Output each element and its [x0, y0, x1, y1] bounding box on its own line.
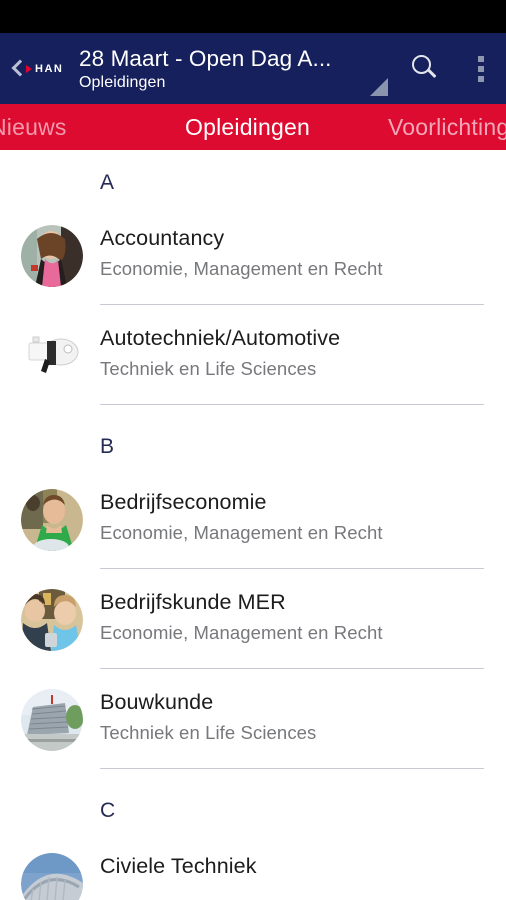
tab-bar: Nieuws Opleidingen Voorlichting [0, 104, 506, 150]
list-item-body: Civiele Techniek [83, 842, 506, 881]
avatar [21, 225, 83, 287]
avatar [21, 589, 83, 651]
list-item-subtitle: Economie, Management en Recht [100, 258, 383, 279]
spinner-caret-icon[interactable] [370, 78, 388, 96]
list-item-subtitle: Techniek en Life Sciences [100, 722, 317, 743]
list-item-title: Accountancy [100, 226, 225, 250]
back-chevron-icon [12, 58, 21, 80]
action-bar: HAN 28 Maart - Open Dag A... Opleidingen [0, 33, 506, 104]
section-header-b: B [0, 414, 506, 478]
title-spinner[interactable]: 28 Maart - Open Dag A... Opleidingen [68, 33, 394, 104]
han-logo: HAN [26, 63, 63, 75]
list-item[interactable]: Civiele Techniek [0, 842, 506, 900]
list-item-subtitle: Techniek en Life Sciences [100, 358, 317, 379]
status-bar [0, 0, 506, 33]
section-letter: B [100, 434, 115, 458]
section-header-a: A [0, 150, 506, 214]
page-title: 28 Maart - Open Dag A... [79, 45, 332, 71]
tab-voorlichting[interactable]: Voorlichting [388, 114, 506, 141]
list-item[interactable]: Autotechniek/Automotive Techniek en Life… [0, 314, 506, 414]
page-subtitle: Opleidingen [79, 73, 166, 91]
list-item[interactable]: Accountancy Economie, Management en Rech… [0, 214, 506, 314]
list-item-body: Bedrijfseconomie Economie, Management en… [83, 478, 506, 569]
list-divider [100, 768, 484, 769]
app-root: HAN 28 Maart - Open Dag A... Opleidingen… [0, 0, 506, 900]
overflow-menu-icon [478, 55, 484, 82]
list-item[interactable]: Bedrijfseconomie Economie, Management en… [0, 478, 506, 578]
overflow-menu-button[interactable] [456, 33, 506, 104]
avatar [21, 489, 83, 551]
opleidingen-list[interactable]: A Accountancy Economie, Management en Re… [0, 150, 506, 900]
list-item-title: Autotechniek/Automotive [100, 326, 341, 350]
list-item-title: Bedrijfskunde MER [100, 590, 286, 614]
search-button[interactable] [394, 33, 456, 104]
avatar [21, 853, 83, 900]
section-letter: C [100, 798, 116, 822]
search-icon [410, 54, 440, 84]
back-home-button[interactable]: HAN [6, 33, 68, 104]
section-header-c: C [0, 778, 506, 842]
list-item[interactable]: Bedrijfskunde MER Economie, Management e… [0, 578, 506, 678]
list-divider [100, 304, 484, 305]
list-item-body: Bedrijfskunde MER Economie, Management e… [83, 578, 506, 669]
list-divider [100, 568, 484, 569]
tab-opleidingen[interactable]: Opleidingen [185, 114, 310, 141]
list-divider [100, 404, 484, 405]
list-item-body: Autotechniek/Automotive Techniek en Life… [83, 314, 506, 405]
list-item-title: Civiele Techniek [100, 854, 257, 878]
list-item-subtitle: Economie, Management en Recht [100, 522, 383, 543]
list-divider [100, 668, 484, 669]
list-item-title: Bouwkunde [100, 690, 214, 714]
list-item[interactable]: Bouwkunde Techniek en Life Sciences [0, 678, 506, 778]
list-item-title: Bedrijfseconomie [100, 490, 267, 514]
tab-nieuws[interactable]: Nieuws [0, 114, 67, 141]
section-letter: A [100, 170, 115, 194]
logo-text: HAN [35, 62, 64, 75]
list-item-body: Accountancy Economie, Management en Rech… [83, 214, 506, 305]
avatar [21, 325, 83, 387]
avatar [21, 689, 83, 751]
list-item-body: Bouwkunde Techniek en Life Sciences [83, 678, 506, 769]
list-item-subtitle: Economie, Management en Recht [100, 622, 383, 643]
